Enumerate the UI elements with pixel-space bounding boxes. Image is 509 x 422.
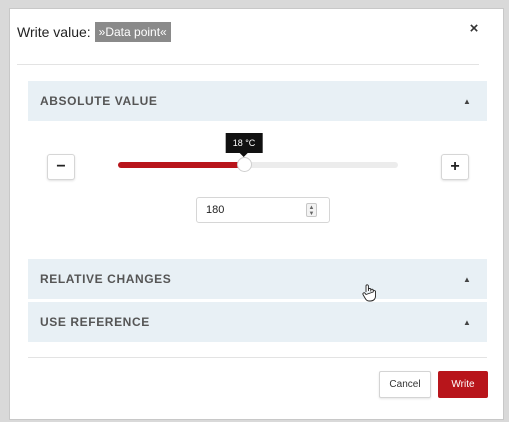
spin-control[interactable]: ▲ ▼	[306, 203, 317, 217]
section-use-reference-header[interactable]: USE REFERENCE ▲	[28, 302, 487, 342]
hand-cursor-icon	[362, 284, 376, 302]
section-absolute-value-label: ABSOLUTE VALUE	[40, 94, 158, 108]
increment-button[interactable]: +	[441, 154, 469, 180]
section-relative-changes-label: RELATIVE CHANGES	[40, 272, 172, 286]
chevron-up-icon: ▲	[463, 317, 471, 327]
slider-fill	[118, 162, 244, 168]
write-button[interactable]: Write	[438, 371, 488, 398]
cancel-button[interactable]: Cancel	[379, 371, 431, 398]
slider-value-tooltip: 18 °C	[225, 133, 263, 157]
section-use-reference-label: USE REFERENCE	[40, 315, 150, 329]
value-input[interactable]: 180 ▲ ▼	[196, 197, 330, 223]
section-absolute-value-header[interactable]: ABSOLUTE VALUE ▲	[28, 81, 487, 121]
dialog-title-text: Write value:	[17, 24, 91, 40]
value-slider[interactable]: 18 °C	[118, 133, 398, 172]
dialog-title: Write value: »Data point«	[17, 21, 171, 43]
title-divider	[17, 64, 479, 65]
section-relative-changes-header[interactable]: RELATIVE CHANGES ▲	[28, 259, 487, 299]
chevron-up-icon: ▲	[463, 274, 471, 284]
decrement-button[interactable]: −	[47, 154, 75, 180]
chevron-up-icon: ▲	[463, 96, 471, 106]
value-input-text: 180	[206, 204, 225, 216]
slider-thumb[interactable]	[237, 157, 252, 172]
close-icon[interactable]: ×	[466, 20, 482, 38]
footer-divider	[28, 357, 487, 358]
spin-down-icon[interactable]: ▼	[307, 211, 316, 217]
data-point-chip: »Data point«	[94, 22, 171, 42]
